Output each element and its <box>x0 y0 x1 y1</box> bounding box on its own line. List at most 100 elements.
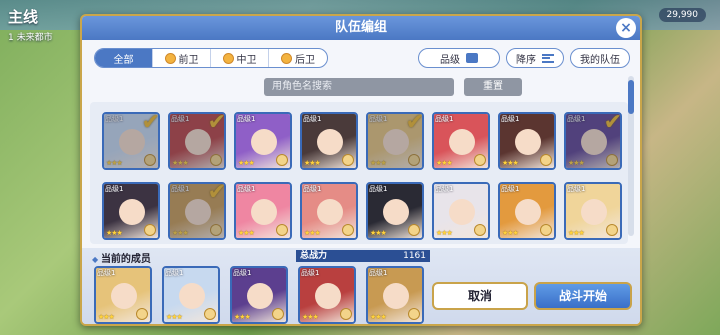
roster-character-card[interactable]: 品级1 ★★★ <box>300 112 358 170</box>
star-rating: ★★★ <box>436 229 453 237</box>
rank-icon <box>540 224 552 236</box>
star-rating: ★★★ <box>238 159 255 167</box>
roster-character-card[interactable]: 品级1 ★★★ <box>366 182 424 240</box>
rank-icon <box>408 224 420 236</box>
grade-label: 品级1 <box>97 269 116 277</box>
tab-all[interactable]: 全部 <box>95 49 153 67</box>
tab-front[interactable]: 前卫 <box>153 49 211 67</box>
rank-icon <box>340 308 352 320</box>
rank-icon <box>210 154 222 166</box>
star-rating: ★★★ <box>106 229 123 237</box>
grade-label: 品级1 <box>237 185 256 193</box>
roster-character-card[interactable]: 品级1 ★★★ <box>564 182 622 240</box>
character-roster: 品级1 ★★★ ✔ 品级1 ★★★ ✔ 品级1 ★★★ 品级1 ★★★ 品级1 ★★★ ✔ 品级1 ★★★ 品… <box>90 102 628 244</box>
position-filter-tabs: 全部 前卫 中卫 后卫 <box>94 48 328 68</box>
current-team-panel: 当前的成员 总战力 1161 品级1★★★品级1★★★品级1★★★品级1★★★品… <box>82 248 640 324</box>
star-rating: ★★★ <box>370 159 387 167</box>
grade-label: 品级1 <box>237 115 256 123</box>
grade-label: 品级1 <box>435 185 454 193</box>
sort-order-button[interactable]: 降序 <box>506 48 564 68</box>
character-portrait <box>170 114 224 168</box>
selected-check-icon: ✔ <box>141 112 160 135</box>
roster-scrollbar[interactable] <box>628 76 634 236</box>
sort-icon <box>542 53 554 63</box>
middle-role-icon <box>222 52 234 64</box>
team-member-card[interactable]: 品级1 ★★★ <box>94 266 152 324</box>
grade-label: 品级1 <box>501 185 520 193</box>
rank-icon <box>408 154 420 166</box>
character-portrait <box>104 114 158 168</box>
grade-label: 品级1 <box>501 115 520 123</box>
roster-character-card[interactable]: 品级1 ★★★ <box>300 182 358 240</box>
rank-icon <box>474 224 486 236</box>
tab-back[interactable]: 后卫 <box>269 49 327 67</box>
team-member-card[interactable]: 品级1 ★★★ <box>162 266 220 324</box>
currency-counter: 29,990 <box>658 8 706 22</box>
current-members-label: 当前的成员 <box>92 250 151 265</box>
star-rating: ★★★ <box>502 159 519 167</box>
star-rating: ★★★ <box>568 229 585 237</box>
grade-label: 品级1 <box>369 115 388 123</box>
rank-icon <box>144 224 156 236</box>
star-rating: ★★★ <box>238 229 255 237</box>
roster-character-card[interactable]: 品级1 ★★★ ✔ <box>102 112 160 170</box>
rank-icon <box>204 308 216 320</box>
team-member-card[interactable]: 品级1 ★★★ <box>230 266 288 324</box>
cancel-button[interactable]: 取消 <box>432 282 528 310</box>
roster-character-card[interactable]: 品级1 ★★★ ✔ <box>168 112 226 170</box>
team-member-card[interactable]: 品级1 ★★★ <box>366 266 424 324</box>
roster-character-card[interactable]: 品级1 ★★★ <box>432 182 490 240</box>
roster-character-card[interactable]: 品级1 ★★★ ✔ <box>168 182 226 240</box>
selected-check-icon: ✔ <box>207 182 226 205</box>
star-rating: ★★★ <box>304 229 321 237</box>
grade-label: 品级 <box>440 54 460 66</box>
team-member-card[interactable]: 品级1 ★★★ <box>298 266 356 324</box>
selected-check-icon: ✔ <box>207 112 226 135</box>
roster-character-card[interactable]: 品级1 ★★★ ✔ <box>366 112 424 170</box>
close-button[interactable]: × <box>616 18 636 38</box>
dialog-title: 队伍编组 <box>82 16 640 40</box>
rank-icon <box>210 224 222 236</box>
star-rating: ★★★ <box>370 229 387 237</box>
rank-icon <box>276 154 288 166</box>
roster-character-card[interactable]: 品级1 ★★★ <box>234 112 292 170</box>
team-formation-dialog: 队伍编组 × 全部 前卫 中卫 后卫 品级 降序 我的队伍 用角色名搜索 重置 … <box>80 14 642 326</box>
roster-character-card[interactable]: 品级1 ★★★ <box>234 182 292 240</box>
roster-character-card[interactable]: 品级1 ★★★ <box>102 182 160 240</box>
character-portrait <box>368 114 422 168</box>
grade-toggle-button[interactable]: 品级 <box>418 48 500 68</box>
grade-label: 品级1 <box>369 185 388 193</box>
tab-front-label: 前卫 <box>178 54 199 66</box>
battle-start-button[interactable]: 战斗开始 <box>534 282 632 310</box>
toggle-icon <box>466 53 478 63</box>
roster-character-card[interactable]: 品级1 ★★★ <box>432 112 490 170</box>
character-search-input[interactable]: 用角色名搜索 <box>264 78 454 96</box>
grade-label: 品级1 <box>303 115 322 123</box>
roster-character-card[interactable]: 品级1 ★★★ <box>498 182 556 240</box>
sort-label: 降序 <box>516 54 536 66</box>
grade-label: 品级1 <box>303 185 322 193</box>
grade-label: 品级1 <box>567 185 586 193</box>
roster-character-card[interactable]: 品级1 ★★★ ✔ <box>564 112 622 170</box>
rank-icon <box>342 224 354 236</box>
rank-icon <box>342 154 354 166</box>
filter-toolbar: 全部 前卫 中卫 后卫 品级 降序 我的队伍 <box>82 44 640 70</box>
rank-icon <box>144 154 156 166</box>
star-rating: ★★★ <box>568 159 585 167</box>
star-rating: ★★★ <box>436 159 453 167</box>
rank-icon <box>136 308 148 320</box>
my-team-button[interactable]: 我的队伍 <box>570 48 630 68</box>
reset-button[interactable]: 重置 <box>464 78 522 96</box>
front-role-icon <box>164 52 176 64</box>
rank-icon <box>540 154 552 166</box>
star-rating: ★★★ <box>502 229 519 237</box>
star-rating: ★★★ <box>106 159 123 167</box>
rank-icon <box>276 224 288 236</box>
team-members-row: 品级1 ★★★ 品级1 ★★★ 品级1 ★★★ 品级1 ★★★ 品级1 ★★★ <box>94 266 424 324</box>
grade-label: 品级1 <box>171 115 190 123</box>
roster-character-card[interactable]: 品级1 ★★★ <box>498 112 556 170</box>
rank-icon <box>272 308 284 320</box>
star-rating: ★★★ <box>172 229 189 237</box>
tab-middle[interactable]: 中卫 <box>211 49 269 67</box>
character-portrait <box>566 114 620 168</box>
